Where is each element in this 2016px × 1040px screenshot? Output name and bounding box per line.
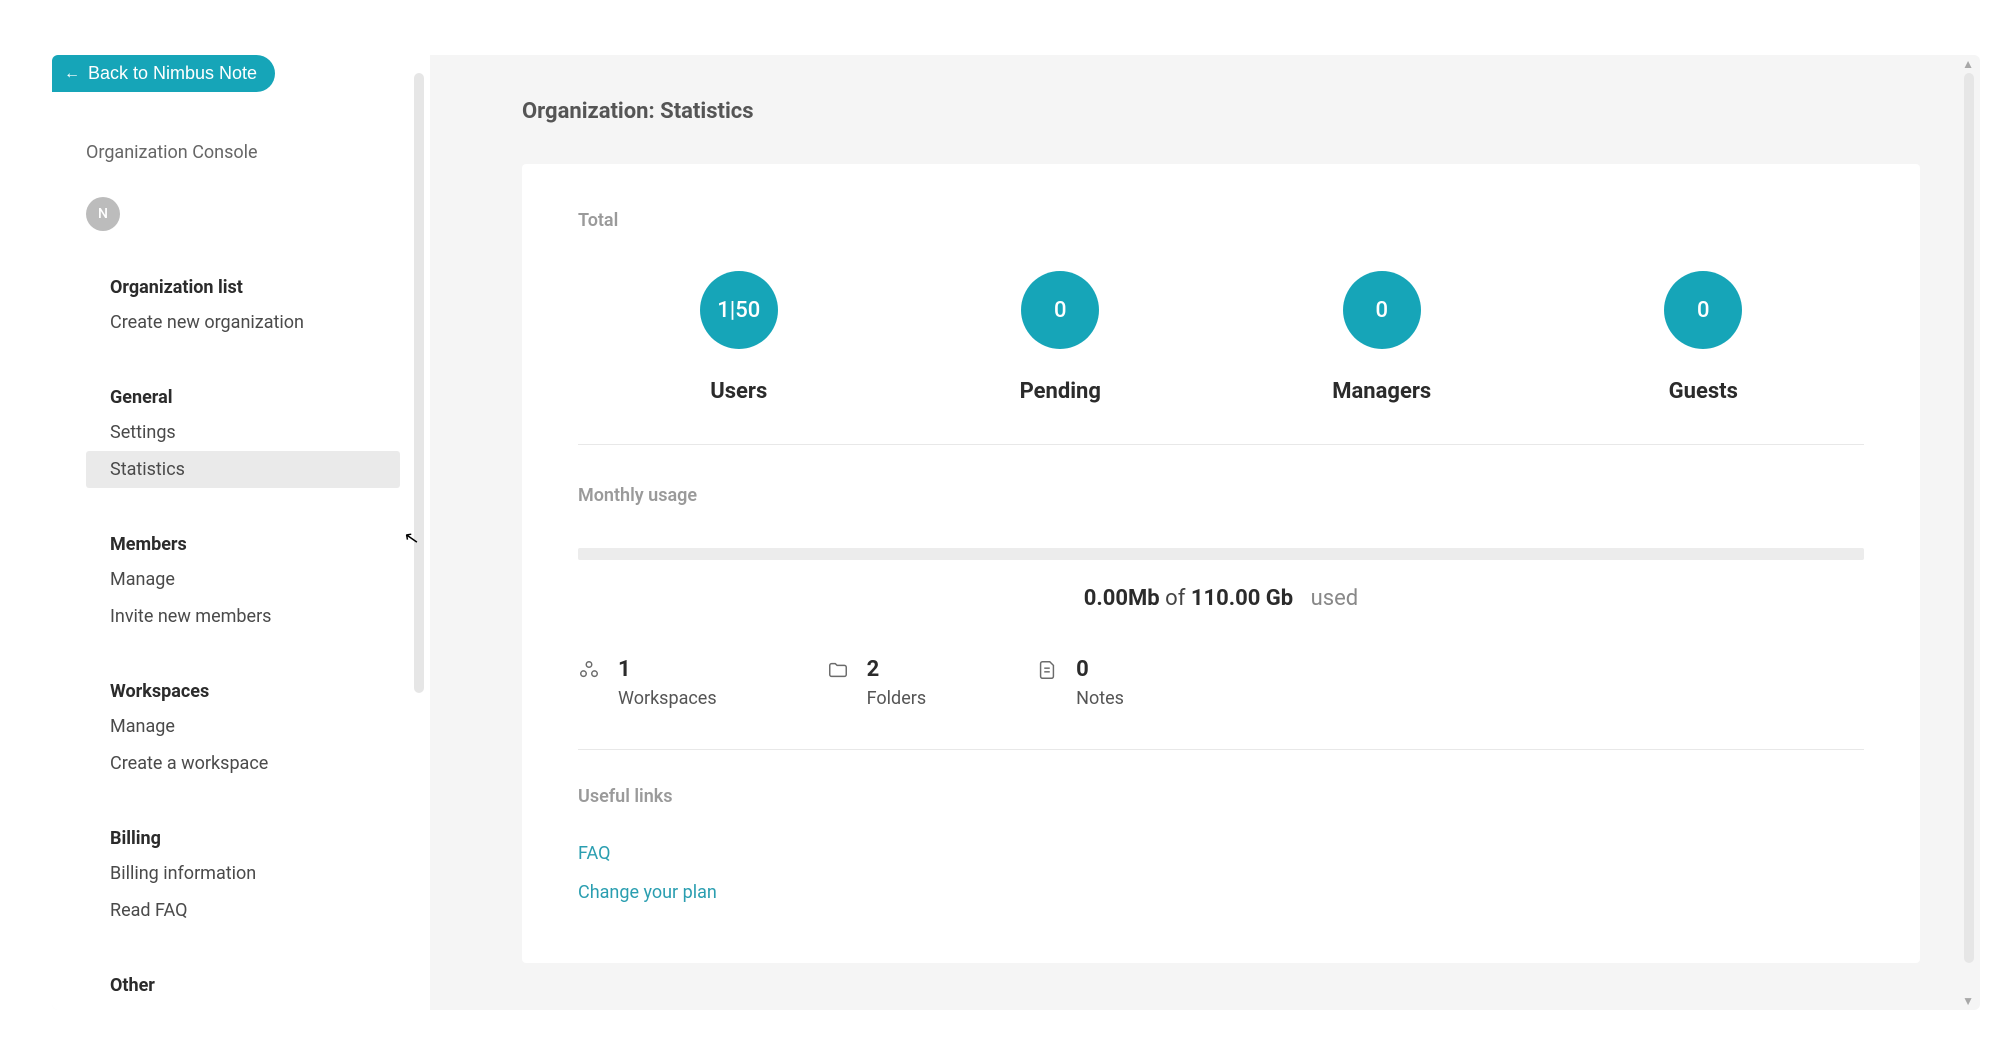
arrow-left-icon: ← (64, 65, 80, 83)
stat-users-value: 1|50 (717, 298, 760, 323)
statistics-card: Total 1|50 Users 0 Pending 0 Managers (522, 164, 1920, 963)
sidebar-item-statistics[interactable]: Statistics (86, 451, 400, 488)
sidebar-item-read-faq[interactable]: Read FAQ (86, 892, 400, 929)
section-header-organization-list: Organization list (86, 271, 400, 304)
count-notes-label: Notes (1076, 688, 1124, 709)
main-scrollbar[interactable] (1964, 73, 1974, 963)
stat-managers-label: Managers (1332, 379, 1431, 404)
sidebar-item-create-organization[interactable]: Create new organization (86, 304, 400, 341)
usage-progress-bar (578, 548, 1864, 560)
stat-guests: 0 Guests (1603, 271, 1803, 404)
stat-guests-label: Guests (1669, 379, 1738, 404)
stat-users-label: Users (710, 379, 767, 404)
count-folders: 2 Folders (827, 657, 927, 709)
usage-used-word: used (1311, 586, 1359, 611)
sidebar: ← Back to Nimbus Note Organization Conso… (52, 55, 430, 1010)
stat-pending: 0 Pending (960, 271, 1160, 404)
links-label: Useful links (578, 786, 1864, 807)
page-title: Organization: Statistics (522, 99, 1920, 124)
count-workspaces-value: 1 (618, 657, 717, 682)
section-header-other: Other (86, 969, 400, 1002)
section-header-general: General (86, 381, 400, 414)
folder-icon (827, 659, 849, 685)
sidebar-item-workspaces-manage[interactable]: Manage (86, 708, 400, 745)
main-content: Organization: Statistics Total 1|50 User… (430, 55, 1980, 1010)
section-header-members: Members (86, 528, 400, 561)
stat-pending-circle: 0 (1021, 271, 1099, 349)
count-notes: 0 Notes (1036, 657, 1124, 709)
link-faq[interactable]: FAQ (578, 843, 1864, 864)
back-button[interactable]: ← Back to Nimbus Note (52, 55, 275, 92)
usage-text: 0.00Mb of 110.00 Gb used (578, 586, 1864, 611)
stat-managers-value: 0 (1375, 298, 1388, 323)
workspaces-icon (578, 659, 600, 685)
stat-guests-circle: 0 (1664, 271, 1742, 349)
count-workspaces-label: Workspaces (618, 688, 717, 709)
app-frame: ▲ ▼ ▲ ▼ ← Back to Nimbus Note Organizati… (52, 55, 1980, 1010)
stat-guests-value: 0 (1697, 298, 1710, 323)
usage-total-value: 110.00 Gb (1191, 586, 1293, 611)
note-icon (1036, 659, 1058, 685)
stat-pending-value: 0 (1054, 298, 1067, 323)
sidebar-item-billing-info[interactable]: Billing information (86, 855, 400, 892)
avatar-letter: N (98, 206, 108, 222)
back-button-label: Back to Nimbus Note (88, 63, 257, 84)
section-header-workspaces: Workspaces (86, 675, 400, 708)
link-change-plan[interactable]: Change your plan (578, 882, 1864, 903)
sidebar-item-members-manage[interactable]: Manage (86, 561, 400, 598)
sidebar-scrollbar[interactable] (414, 73, 424, 693)
total-label: Total (578, 210, 1864, 231)
links-section: Useful links FAQ Change your plan (578, 786, 1864, 903)
total-section: Total 1|50 Users 0 Pending 0 Managers (578, 210, 1864, 445)
console-label: Organization Console (86, 142, 400, 163)
usage-of: of (1165, 586, 1185, 611)
count-notes-value: 0 (1076, 657, 1124, 682)
avatar[interactable]: N (86, 197, 120, 231)
stat-managers: 0 Managers (1282, 271, 1482, 404)
count-folders-label: Folders (867, 688, 927, 709)
stat-pending-label: Pending (1020, 379, 1101, 404)
section-header-billing: Billing (86, 822, 400, 855)
usage-section: Monthly usage 0.00Mb of 110.00 Gb used 1 (578, 485, 1864, 750)
stat-users: 1|50 Users (639, 271, 839, 404)
count-folders-value: 2 (867, 657, 927, 682)
count-workspaces: 1 Workspaces (578, 657, 717, 709)
sidebar-item-invite-members[interactable]: Invite new members (86, 598, 400, 635)
usage-used-value: 0.00Mb (1084, 586, 1160, 611)
stat-users-circle: 1|50 (700, 271, 778, 349)
sidebar-item-settings[interactable]: Settings (86, 414, 400, 451)
stat-managers-circle: 0 (1343, 271, 1421, 349)
sidebar-item-create-workspace[interactable]: Create a workspace (86, 745, 400, 782)
usage-label: Monthly usage (578, 485, 1864, 506)
